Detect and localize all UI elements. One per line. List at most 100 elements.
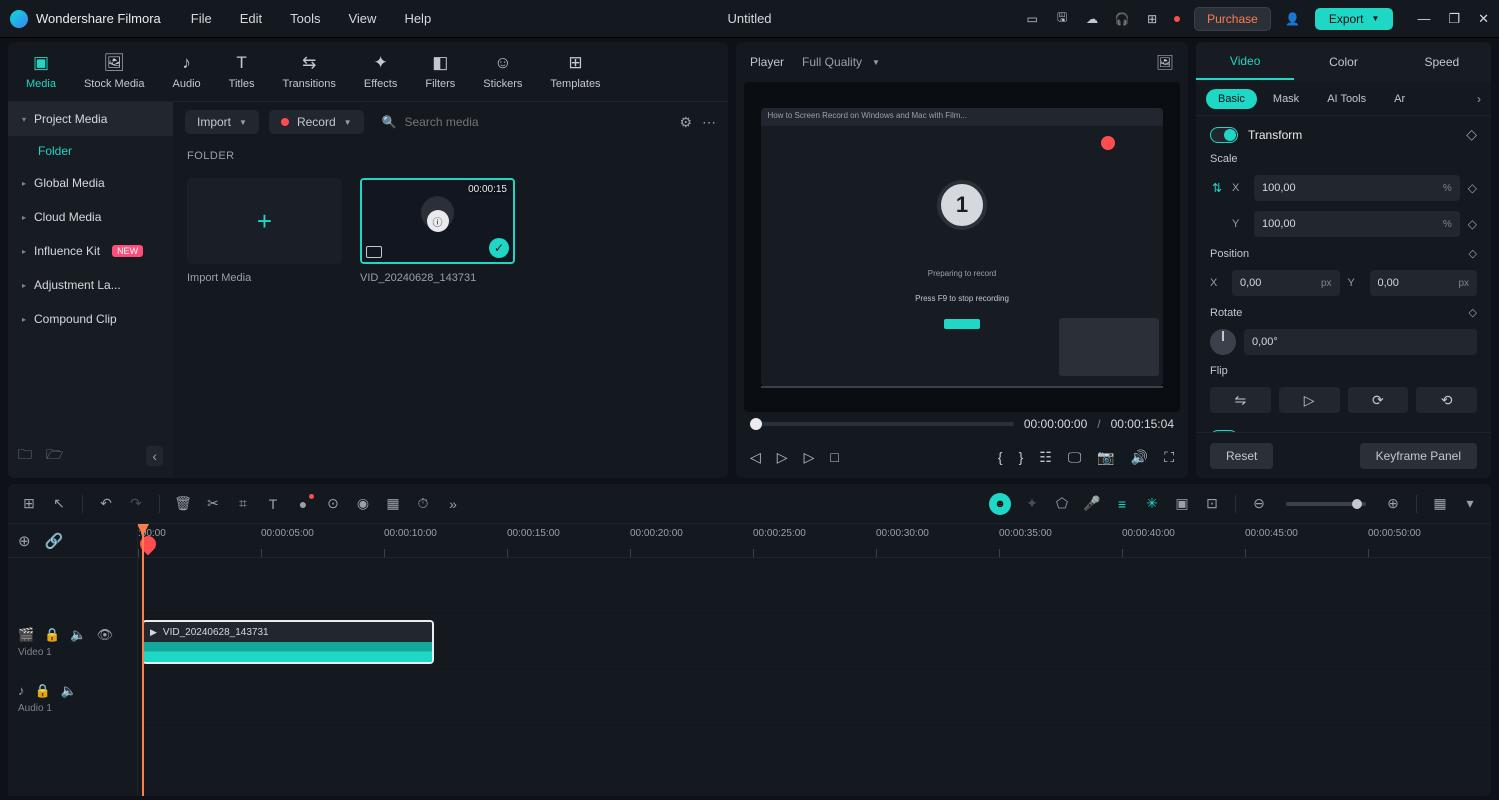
player-preview[interactable]: How to Screen Record on Windows and Mac …	[744, 82, 1180, 412]
save-icon[interactable]: 🖫	[1054, 11, 1070, 27]
new-bin-icon[interactable]: 🗁	[46, 444, 63, 468]
track-header-video1[interactable]: 🎬🔒🔈👁 Video 1	[8, 614, 137, 670]
play-button[interactable]: ▷	[777, 449, 788, 466]
tab-media[interactable]: ▣Media	[26, 53, 56, 90]
tab-transitions[interactable]: ⇆Transitions	[283, 53, 336, 90]
visibility-icon[interactable]: 👁	[97, 627, 114, 643]
delete-button[interactable]: 🗑	[174, 495, 192, 512]
ai-face-button[interactable]: ☻	[989, 493, 1011, 515]
position-x-input[interactable]: px	[1232, 270, 1340, 296]
new-folder-icon[interactable]: 🗀	[18, 444, 32, 468]
stop-button[interactable]: □	[830, 449, 838, 465]
mark-in-button[interactable]: {	[998, 449, 1003, 465]
keyframe-icon[interactable]: ◇	[1468, 181, 1477, 195]
account-icon[interactable]: 👤	[1285, 11, 1301, 27]
text-button[interactable]: T	[264, 496, 282, 512]
marker-button[interactable]: ⬠	[1053, 495, 1071, 512]
transform-toggle[interactable]	[1210, 127, 1238, 143]
scroll-right-icon[interactable]: ›	[1477, 92, 1481, 106]
link-scale-icon[interactable]: ⇅	[1210, 181, 1224, 195]
keyframe-icon[interactable]: ◇	[1469, 247, 1477, 260]
sidebar-item-adjustment-layer[interactable]: ▸Adjustment La...	[8, 268, 173, 302]
undo-button[interactable]: ↶	[97, 495, 115, 512]
scale-x-input[interactable]: %	[1254, 175, 1460, 201]
audio-mixer-button[interactable]: ≡	[1113, 496, 1131, 512]
keyframe-tl-button[interactable]: ▦	[384, 495, 402, 512]
timeline-clip[interactable]: ▶VID_20240628_143731	[142, 620, 434, 664]
playhead[interactable]	[142, 524, 144, 796]
prop-tab-video[interactable]: Video	[1196, 44, 1294, 80]
mic-button[interactable]: 🎤	[1083, 495, 1101, 512]
scrub-track[interactable]	[750, 422, 1014, 426]
rotate-input[interactable]	[1244, 329, 1477, 355]
headphones-icon[interactable]: 🎧	[1114, 11, 1130, 27]
mute-icon[interactable]: 🔈	[70, 627, 86, 643]
position-y-input[interactable]: px	[1370, 270, 1478, 296]
media-clip-tile[interactable]: 00:00:15 ⓘ ✓	[360, 178, 515, 264]
prop-tab-speed[interactable]: Speed	[1393, 45, 1491, 79]
collapse-sidebar-button[interactable]: ‹	[146, 446, 163, 466]
sidebar-item-cloud-media[interactable]: ▸Cloud Media	[8, 200, 173, 234]
lock-icon[interactable]: 🔒	[35, 683, 51, 699]
search-input[interactable]	[405, 115, 662, 129]
snap-button[interactable]: ⊡	[1203, 495, 1221, 512]
scale-y-input[interactable]: %	[1254, 211, 1460, 237]
scrub-thumb[interactable]	[750, 418, 762, 430]
playback-options-icon[interactable]: ☷	[1039, 449, 1052, 466]
flip-vertical-button[interactable]: ▷	[1279, 387, 1340, 413]
menu-view[interactable]: View	[348, 11, 376, 26]
menu-help[interactable]: Help	[404, 11, 431, 26]
mute-icon[interactable]: 🔈	[61, 683, 77, 699]
view-options-icon[interactable]: ▦	[1431, 495, 1449, 512]
zoom-thumb[interactable]	[1352, 499, 1362, 509]
subtab-ai-tools[interactable]: AI Tools	[1315, 89, 1378, 109]
menu-tools[interactable]: Tools	[290, 11, 320, 26]
apps-icon[interactable]: ⊞	[1144, 11, 1160, 27]
media-search[interactable]: 🔍	[374, 115, 670, 129]
tab-audio[interactable]: ♪Audio	[173, 53, 201, 90]
more-icon[interactable]: ⋯	[702, 114, 716, 131]
tab-templates[interactable]: ⊞Templates	[550, 53, 600, 90]
keyframe-panel-button[interactable]: Keyframe Panel	[1360, 443, 1477, 469]
volume-icon[interactable]: 🔊	[1131, 449, 1148, 466]
timer-button[interactable]: ⏱	[414, 495, 432, 512]
zoom-in-button[interactable]: ⊕	[1384, 495, 1402, 512]
next-frame-button[interactable]: ▷	[804, 449, 815, 466]
window-close-button[interactable]: ✕	[1478, 11, 1489, 27]
audio-stretch-button[interactable]: ✳	[1143, 495, 1161, 512]
reset-button[interactable]: Reset	[1210, 443, 1273, 469]
zoom-slider[interactable]	[1286, 502, 1366, 506]
rotate-cw-button[interactable]: ⟳	[1348, 387, 1409, 413]
tab-titles[interactable]: TTitles	[229, 53, 255, 90]
subtab-basic[interactable]: Basic	[1206, 89, 1257, 109]
display-icon[interactable]: 🖵	[1068, 449, 1082, 466]
sidebar-item-compound-clip[interactable]: ▸Compound Clip	[8, 302, 173, 336]
tab-stickers[interactable]: ☺Stickers	[483, 53, 522, 90]
tab-filters[interactable]: ◧Filters	[425, 53, 455, 90]
mark-out-button[interactable]: }	[1019, 449, 1024, 465]
track-header-audio1[interactable]: ♪🔒🔈 Audio 1	[8, 670, 137, 726]
menu-edit[interactable]: Edit	[240, 11, 262, 26]
sidebar-item-project-media[interactable]: ▾Project Media	[8, 102, 173, 136]
timeline-tracks[interactable]: :00:00 00:00:05:00 00:00:10:00 00:00:15:…	[138, 524, 1491, 796]
crop-button[interactable]: ⌗	[234, 495, 252, 512]
import-button[interactable]: Import▼	[185, 110, 259, 134]
menu-file[interactable]: File	[191, 11, 212, 26]
export-button[interactable]: Export▼	[1315, 8, 1394, 30]
prop-tab-color[interactable]: Color	[1294, 45, 1392, 79]
tab-effects[interactable]: ✦Effects	[364, 53, 397, 90]
video-track-row[interactable]: ▶VID_20240628_143731	[138, 614, 1491, 670]
record-button[interactable]: Record▼	[269, 110, 364, 134]
flip-horizontal-button[interactable]: ⇋	[1210, 387, 1271, 413]
split-button[interactable]: ✂	[204, 495, 222, 512]
purchase-button[interactable]: Purchase	[1194, 7, 1271, 31]
add-track-button[interactable]: ⊕	[18, 532, 31, 550]
fullscreen-icon[interactable]: ⛶	[1164, 449, 1174, 466]
link-tracks-button[interactable]: 🔗	[45, 532, 64, 550]
sidebar-item-global-media[interactable]: ▸Global Media	[8, 166, 173, 200]
cursor-tool-icon[interactable]: ↖	[50, 495, 68, 512]
snapshot-icon[interactable]: 🖼	[1156, 54, 1174, 71]
rotate-dial[interactable]	[1210, 329, 1236, 355]
sidebar-item-influence-kit[interactable]: ▸Influence KitNEW	[8, 234, 173, 268]
render-button[interactable]: ▣	[1173, 495, 1191, 512]
